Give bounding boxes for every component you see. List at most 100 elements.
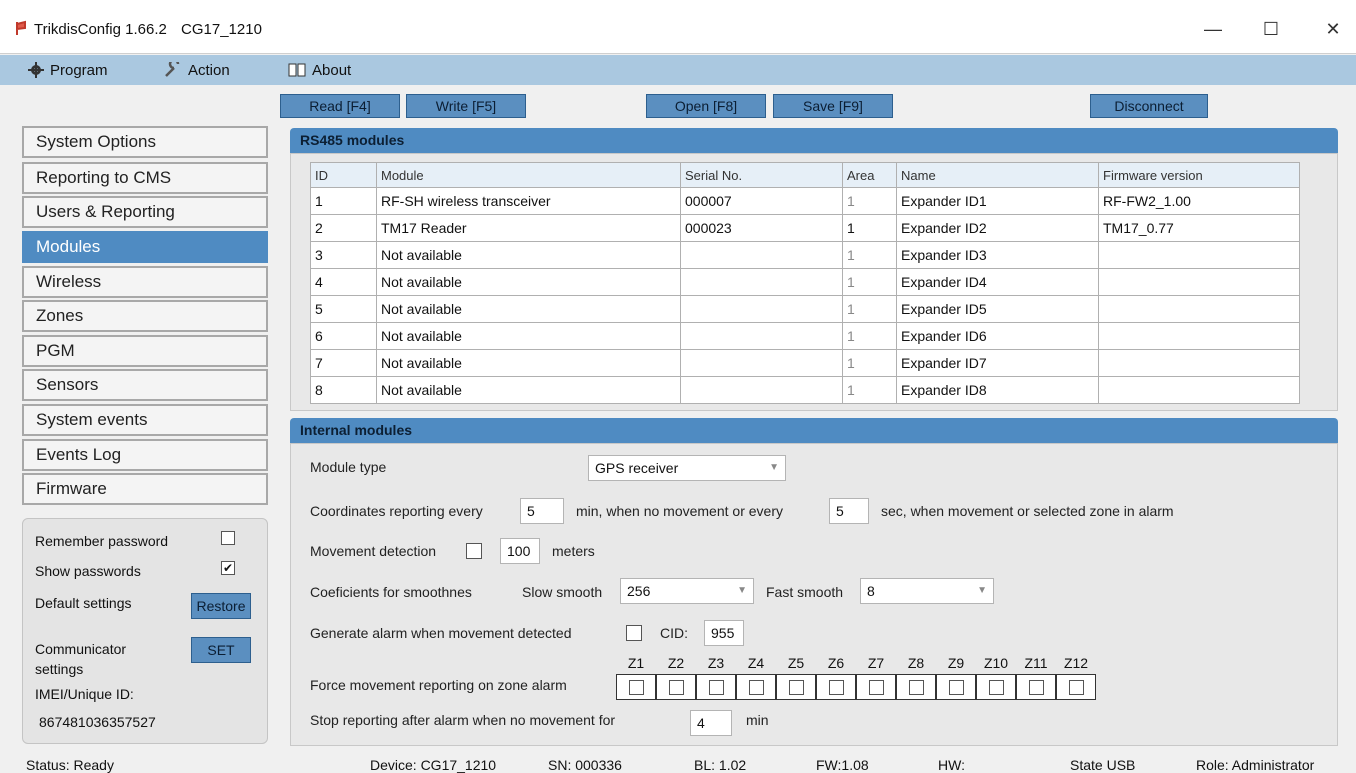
zone-checkbox-z6[interactable] xyxy=(816,674,856,700)
close-button[interactable]: ✕ xyxy=(1320,16,1346,42)
sidebar-item-zones[interactable]: Zones xyxy=(22,300,268,332)
cell-area[interactable]: 1 xyxy=(842,295,897,323)
zone-checkbox-z11[interactable] xyxy=(1016,674,1056,700)
sidebar-item-reporting-to-cms[interactable]: Reporting to CMS xyxy=(22,162,268,194)
zone-checkbox-z9[interactable] xyxy=(936,674,976,700)
open-button[interactable]: Open [F8] xyxy=(646,94,766,118)
cell-name[interactable]: Expander ID5 xyxy=(896,295,1099,323)
generate-alarm-checkbox[interactable] xyxy=(626,625,642,641)
column-header-name[interactable]: Name xyxy=(896,162,1099,188)
coordinates-min-input[interactable]: 5 xyxy=(520,498,564,524)
zone-checkbox-z1[interactable] xyxy=(616,674,656,700)
cell-module[interactable]: Not available xyxy=(376,322,681,350)
zone-checkbox-z10[interactable] xyxy=(976,674,1016,700)
table-row[interactable]: 5 Not available 1 Expander ID5 xyxy=(310,295,1300,323)
menu-about[interactable]: About xyxy=(288,60,351,80)
cell-name[interactable]: Expander ID3 xyxy=(896,241,1099,269)
cell-name[interactable]: Expander ID6 xyxy=(896,322,1099,350)
cell-name[interactable]: Expander ID1 xyxy=(896,187,1099,215)
sidebar-item-sensors[interactable]: Sensors xyxy=(22,369,268,401)
cell-area[interactable]: 1 xyxy=(842,187,897,215)
column-header-module[interactable]: Module xyxy=(376,162,681,188)
column-header-firmware[interactable]: Firmware version xyxy=(1098,162,1300,188)
show-passwords-checkbox[interactable]: ✔ xyxy=(221,561,235,575)
menu-program[interactable]: Program xyxy=(28,60,108,80)
cell-area[interactable]: 1 xyxy=(842,376,897,404)
cell-area[interactable]: 1 xyxy=(842,214,897,242)
slow-smooth-dropdown[interactable]: 256 ▼ xyxy=(620,578,754,604)
cell-firmware xyxy=(1098,295,1300,323)
zone-checkbox-z7[interactable] xyxy=(856,674,896,700)
read-button[interactable]: Read [F4] xyxy=(280,94,400,118)
zone-checkbox-z4[interactable] xyxy=(736,674,776,700)
sidebar-item-system-options[interactable]: System Options xyxy=(22,126,268,158)
cell-module[interactable]: Not available xyxy=(376,268,681,296)
zone-checkbox-z12[interactable] xyxy=(1056,674,1096,700)
sidebar-item-users-reporting[interactable]: Users & Reporting xyxy=(22,196,268,228)
fast-smooth-dropdown[interactable]: 8 ▼ xyxy=(860,578,994,604)
sidebar-item-events-log[interactable]: Events Log xyxy=(22,439,268,471)
cell-name[interactable]: Expander ID7 xyxy=(896,349,1099,377)
column-header-area[interactable]: Area xyxy=(842,162,897,188)
zone-checkbox-z2[interactable] xyxy=(656,674,696,700)
sidebar-item-wireless[interactable]: Wireless xyxy=(22,266,268,298)
cell-name[interactable]: Expander ID4 xyxy=(896,268,1099,296)
table-row[interactable]: 4 Not available 1 Expander ID4 xyxy=(310,268,1300,296)
cell-module[interactable]: RF-SH wireless transceiver xyxy=(376,187,681,215)
zone-checkbox-z8[interactable] xyxy=(896,674,936,700)
cell-area[interactable]: 1 xyxy=(842,268,897,296)
table-row[interactable]: 6 Not available 1 Expander ID6 xyxy=(310,322,1300,350)
cell-module[interactable]: TM17 Reader xyxy=(376,214,681,242)
cell-id: 6 xyxy=(310,322,377,350)
remember-password-checkbox[interactable] xyxy=(221,531,235,545)
cell-module[interactable]: Not available xyxy=(376,349,681,377)
maximize-button[interactable]: ☐ xyxy=(1258,16,1284,42)
zone-label: Z4 xyxy=(747,655,765,671)
zone-checkbox-z3[interactable] xyxy=(696,674,736,700)
sidebar-item-modules[interactable]: Modules xyxy=(22,231,268,263)
rs485-panel-header: RS485 modules xyxy=(290,128,1338,153)
movement-detection-checkbox[interactable] xyxy=(466,543,482,559)
disconnect-button[interactable]: Disconnect xyxy=(1090,94,1208,118)
menu-action-label: Action xyxy=(188,61,230,79)
sidebar-item-firmware[interactable]: Firmware xyxy=(22,473,268,505)
cell-serial xyxy=(680,376,843,404)
zone-label: Z7 xyxy=(867,655,885,671)
module-type-dropdown[interactable]: GPS receiver ▼ xyxy=(588,455,786,481)
cell-area[interactable]: 1 xyxy=(842,241,897,269)
sidebar-item-pgm[interactable]: PGM xyxy=(22,335,268,367)
restore-button[interactable]: Restore xyxy=(191,593,251,619)
write-button[interactable]: Write [F5] xyxy=(406,94,526,118)
app-name: TrikdisConfig 1.66.2 xyxy=(34,21,167,38)
cid-input[interactable]: 955 xyxy=(704,620,744,646)
movement-meters-input[interactable]: 100 xyxy=(500,538,540,564)
table-row[interactable]: 2 TM17 Reader 000023 1 Expander ID2 TM17… xyxy=(310,214,1300,242)
zone-checkbox-z5[interactable] xyxy=(776,674,816,700)
sidebar-item-system-events[interactable]: System events xyxy=(22,404,268,436)
checkbox-icon xyxy=(789,680,804,695)
set-button[interactable]: SET xyxy=(191,637,251,663)
table-row[interactable]: 3 Not available 1 Expander ID3 xyxy=(310,241,1300,269)
menu-action[interactable]: Action xyxy=(164,60,230,80)
table-row[interactable]: 7 Not available 1 Expander ID7 xyxy=(310,349,1300,377)
book-icon xyxy=(288,63,306,77)
column-header-id[interactable]: ID xyxy=(310,162,377,188)
table-row[interactable]: 8 Not available 1 Expander ID8 xyxy=(310,376,1300,404)
cell-area[interactable]: 1 xyxy=(842,322,897,350)
minimize-button[interactable]: — xyxy=(1200,16,1226,42)
cell-area[interactable]: 1 xyxy=(842,349,897,377)
stop-reporting-input[interactable]: 4 xyxy=(690,710,732,736)
table-row[interactable]: 1 RF-SH wireless transceiver 000007 1 Ex… xyxy=(310,187,1300,215)
cell-module[interactable]: Not available xyxy=(376,241,681,269)
fast-smooth-label: Fast smooth xyxy=(766,584,844,600)
cell-module[interactable]: Not available xyxy=(376,295,681,323)
coordinates-sec-input[interactable]: 5 xyxy=(829,498,869,524)
cell-module[interactable]: Not available xyxy=(376,376,681,404)
checkbox-icon xyxy=(829,680,844,695)
cell-name[interactable]: Expander ID2 xyxy=(896,214,1099,242)
save-button[interactable]: Save [F9] xyxy=(773,94,893,118)
zone-label: Z8 xyxy=(907,655,925,671)
cell-name[interactable]: Expander ID8 xyxy=(896,376,1099,404)
column-header-serial[interactable]: Serial No. xyxy=(680,162,843,188)
module-type-value: GPS receiver xyxy=(595,460,679,476)
